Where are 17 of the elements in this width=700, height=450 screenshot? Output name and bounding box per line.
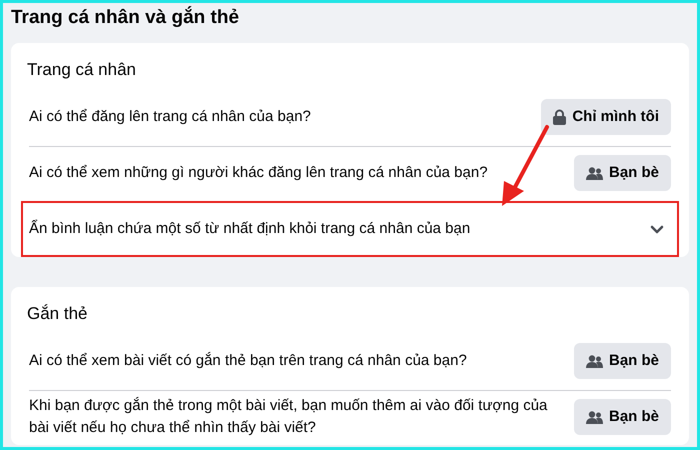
section-title: Trang cá nhân: [26, 59, 137, 81]
people-icon: [586, 166, 603, 180]
audience-button[interactable]: Bạn bè: [574, 155, 671, 191]
lock-icon: [553, 109, 566, 125]
setting-label: Ai có thể đăng lên trang cá nhân của bạn?: [29, 107, 312, 127]
setting-label: Ẩn bình luận chứa một số từ nhất định khỏi trang cá nhân của bạn: [29, 218, 472, 239]
audience-button[interactable]: Chỉ mình tôi: [541, 99, 671, 135]
page-title: Trang cá nhân và gắn thẻ: [10, 5, 240, 30]
people-icon: [586, 354, 603, 368]
audience-button[interactable]: Bạn bè: [574, 399, 671, 435]
section-title: Gắn thẻ: [26, 303, 88, 325]
setting-label: Ai có thể xem những gì người khác đăng lên trang cá nhân của bạn?: [29, 163, 489, 183]
chevron-icon: [650, 224, 664, 234]
people-icon: [586, 410, 603, 424]
setting-label: Ai có thể xem bài viết có gắn thẻ bạn trên trang cá nhân của bạn?: [29, 351, 468, 371]
audience-button[interactable]: Bạn bè: [574, 343, 671, 379]
setting-label: Khi bạn được gắn thẻ trong một bài viết, bạn muốn thêm ai vào đối tượng của bài viết nếu họ chưa thể nhìn thấy bài viết?: [29, 396, 548, 438]
